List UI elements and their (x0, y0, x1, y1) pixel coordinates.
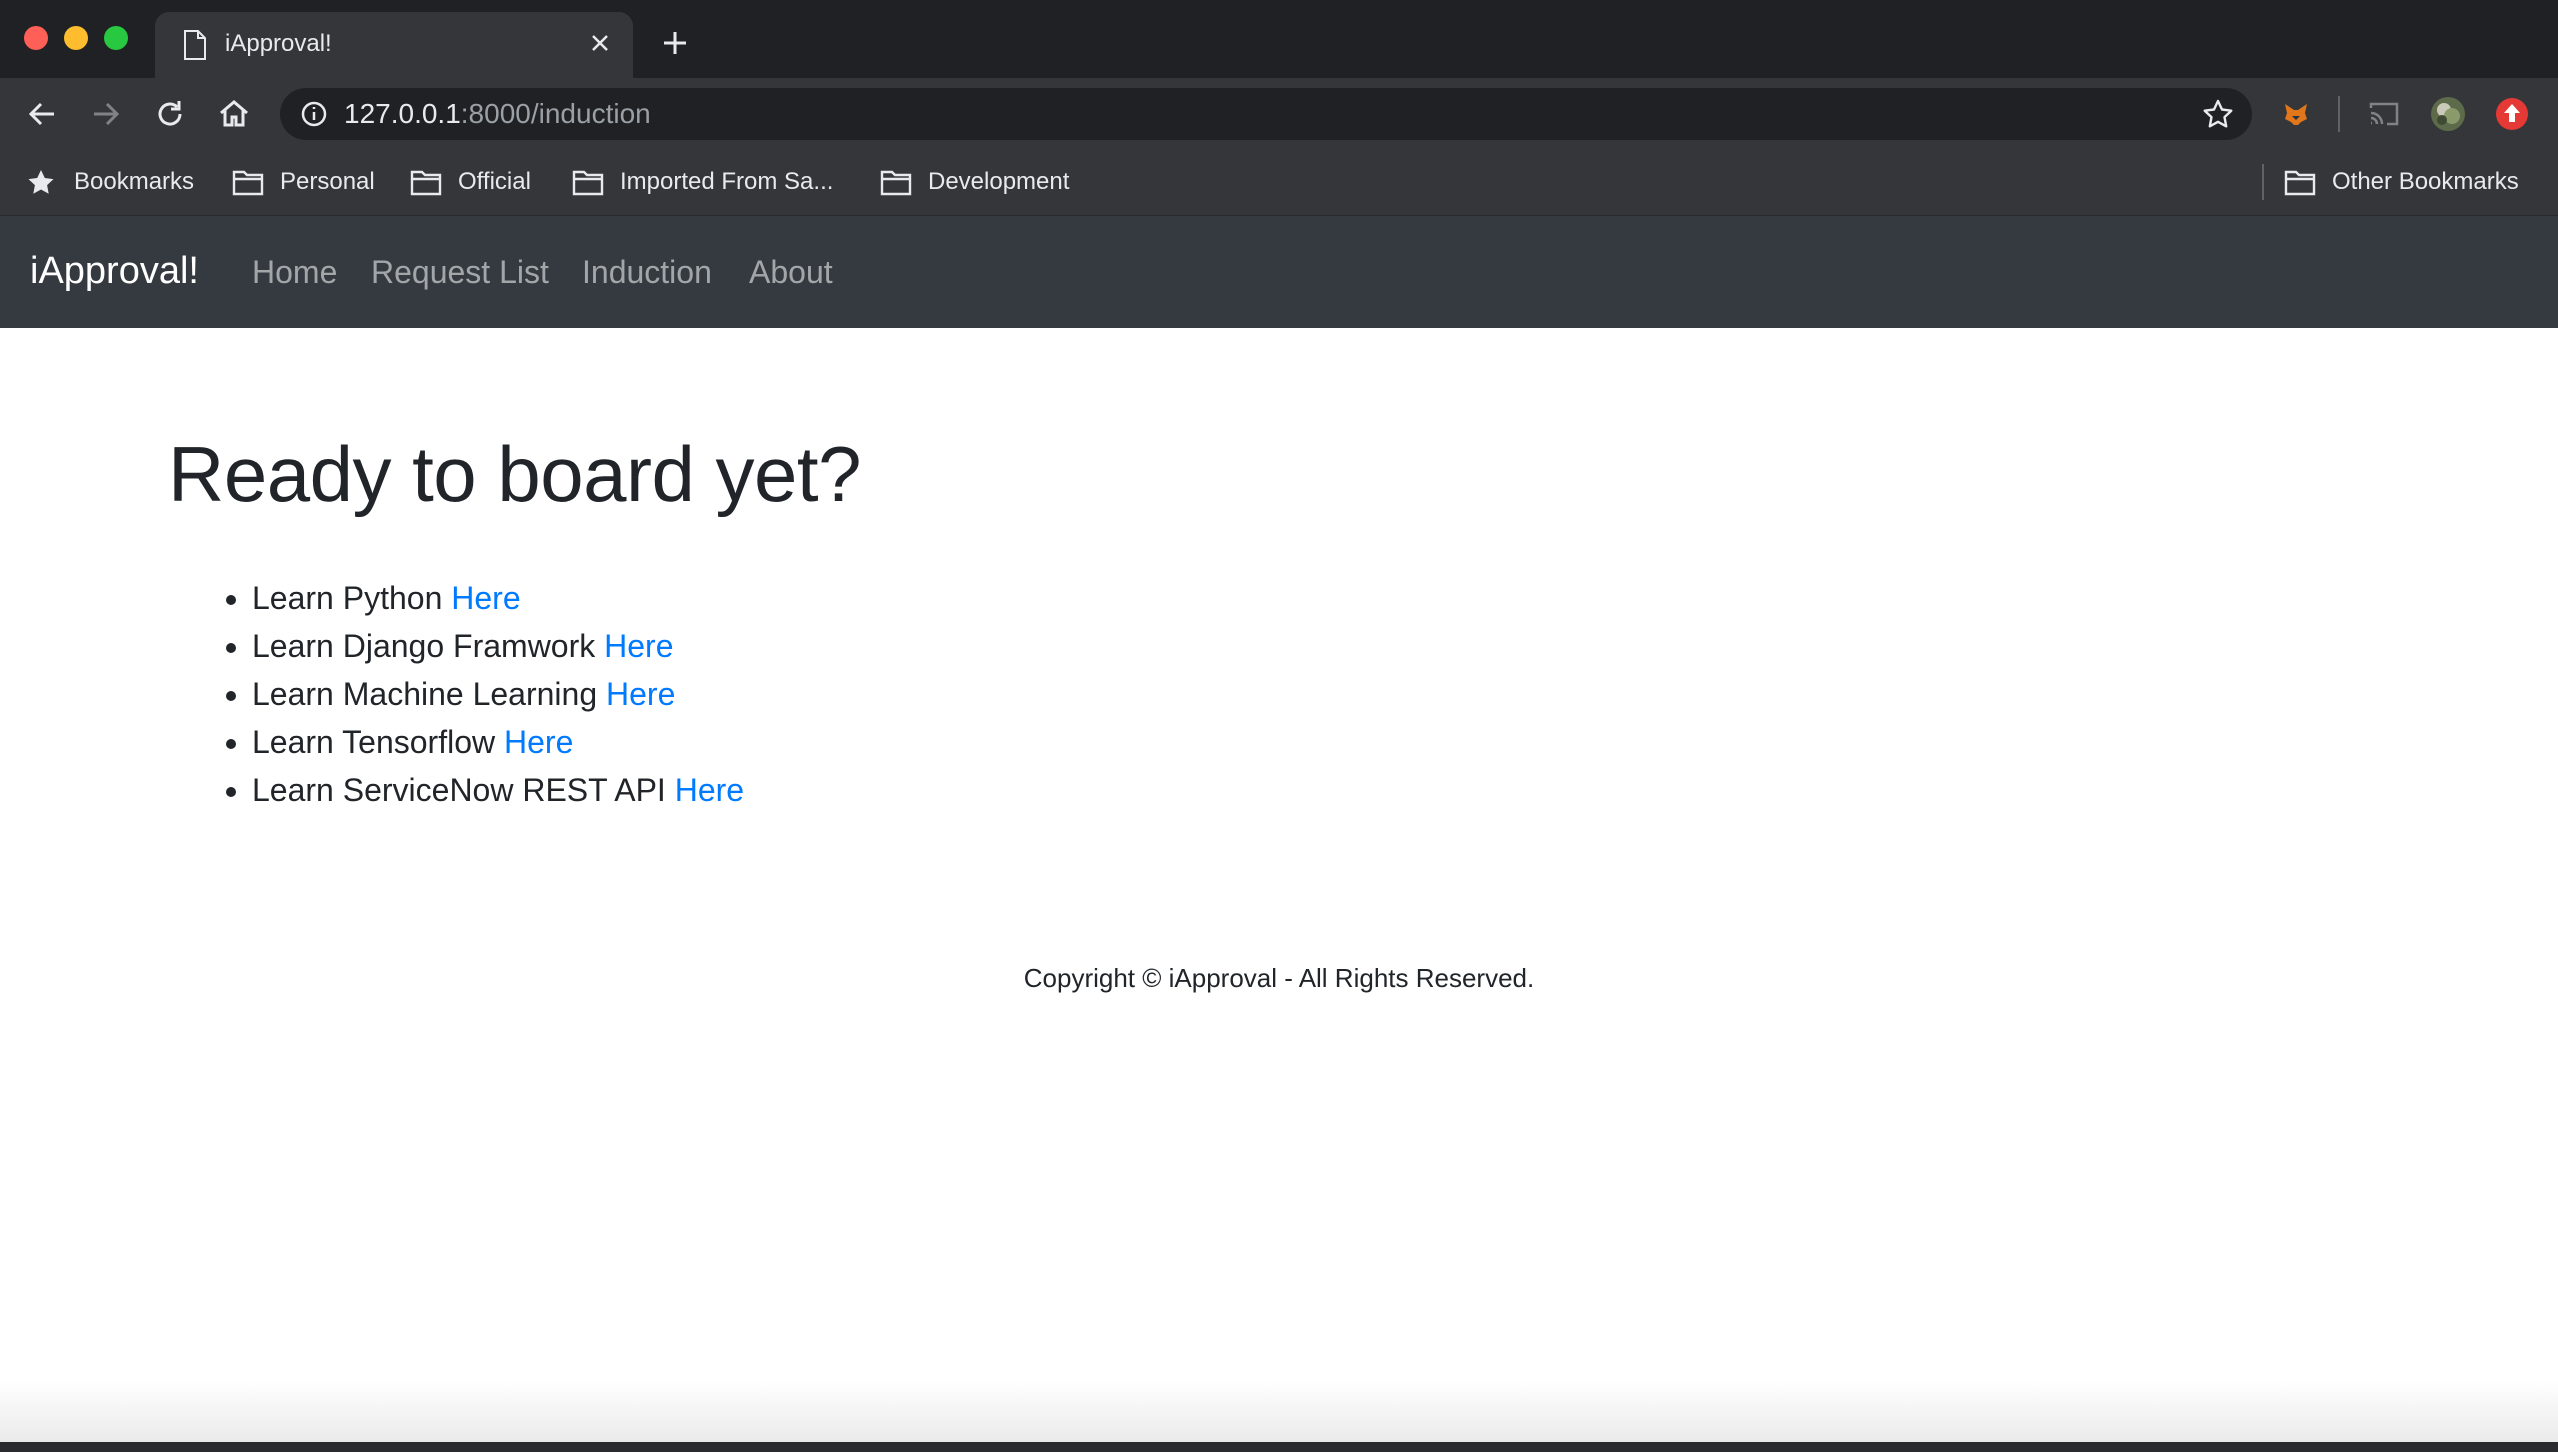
bookmark-label: Other Bookmarks (2332, 168, 2519, 195)
new-tab-icon[interactable] (660, 28, 690, 58)
page-icon (184, 30, 206, 60)
here-link[interactable]: Here (675, 772, 744, 808)
metamask-fox-icon[interactable] (2278, 96, 2314, 132)
bookmarks-divider (2262, 164, 2264, 200)
here-link[interactable]: Here (451, 580, 520, 616)
folder-icon (232, 170, 264, 196)
minimize-window-button[interactable] (64, 26, 88, 50)
folder-icon (410, 170, 442, 196)
bookmark-label: Personal (280, 168, 375, 195)
list-item-text: Learn ServiceNow REST API (252, 772, 666, 808)
list-item: Learn Machine Learning Here (252, 670, 2368, 718)
info-icon[interactable] (300, 100, 328, 128)
bookmark-item-official[interactable]: Official (410, 164, 560, 200)
page-footer: Copyright © iApproval - All Rights Reser… (0, 958, 2558, 998)
forward-arrow-icon[interactable] (88, 96, 124, 132)
bookmark-item-personal[interactable]: Personal (232, 164, 392, 200)
url-text: 127.0.0.1:8000/induction (344, 98, 651, 130)
list-item-text: Learn Tensorflow (252, 724, 496, 760)
star-icon (28, 170, 54, 194)
nav-link-induction[interactable]: Induction (582, 250, 712, 294)
browser-tab-strip: iApproval! (0, 0, 2558, 78)
nav-link-request-list[interactable]: Request List (371, 250, 549, 294)
list-item-text: Learn Machine Learning (252, 676, 598, 712)
browser-toolbar: 127.0.0.1:8000/induction (0, 78, 2558, 150)
here-link[interactable]: Here (604, 628, 673, 664)
learning-list: Learn Python Here Learn Django Framwork … (168, 574, 2368, 814)
navbar-brand[interactable]: iApproval! (30, 246, 199, 296)
list-item: Learn Django Framwork Here (252, 622, 2368, 670)
bookmark-item-development[interactable]: Development (880, 164, 1100, 200)
bookmark-star-icon[interactable] (2202, 98, 2234, 130)
bookmark-label: Development (928, 168, 1070, 195)
list-item: Learn Tensorflow Here (252, 718, 2368, 766)
maximize-window-button[interactable] (104, 26, 128, 50)
page-heading: Ready to board yet? (168, 430, 861, 518)
folder-icon (572, 170, 604, 196)
bookmark-label: Imported From Sa... (620, 168, 834, 195)
site-navbar: iApproval! Home Request List Induction A… (0, 216, 2558, 328)
close-tab-icon[interactable] (585, 28, 615, 58)
bookmark-item-other[interactable]: Other Bookmarks (2284, 164, 2544, 200)
toolbar-divider (2338, 96, 2340, 132)
list-item: Learn ServiceNow REST API Here (252, 766, 2368, 814)
list-item-text: Learn Python (252, 580, 443, 616)
window-bottom-edge (0, 1442, 2558, 1452)
list-item: Learn Python Here (252, 574, 2368, 622)
profile-avatar-icon[interactable] (2430, 96, 2466, 132)
nav-link-about[interactable]: About (749, 250, 833, 294)
address-bar[interactable]: 127.0.0.1:8000/induction (280, 88, 2252, 140)
copyright-text: Copyright © iApproval - All Rights Reser… (1023, 963, 1535, 993)
update-arrow-icon[interactable] (2494, 96, 2530, 132)
bookmark-item-bookmarks[interactable]: Bookmarks (26, 164, 206, 200)
close-window-button[interactable] (24, 26, 48, 50)
back-arrow-icon[interactable] (24, 96, 60, 132)
nav-link-home[interactable]: Home (252, 250, 337, 294)
reload-icon[interactable] (152, 96, 188, 132)
here-link[interactable]: Here (504, 724, 573, 760)
url-host: 127.0.0.1 (344, 98, 461, 129)
browser-tab[interactable]: iApproval! (155, 12, 633, 78)
cast-icon[interactable] (2366, 96, 2402, 132)
folder-icon (880, 170, 912, 196)
list-item-text: Learn Django Framwork (252, 628, 596, 664)
tab-title: iApproval! (225, 30, 332, 57)
bookmark-label: Bookmarks (74, 168, 195, 195)
folder-icon (2284, 170, 2316, 196)
home-icon[interactable] (216, 96, 252, 132)
bookmarks-bar: Bookmarks Personal Official Imported Fro… (0, 150, 2558, 216)
url-path: :8000/induction (460, 98, 651, 129)
window-bottom-shadow (0, 1380, 2558, 1442)
bookmark-label: Official (458, 168, 531, 195)
here-link[interactable]: Here (606, 676, 675, 712)
bookmark-item-imported[interactable]: Imported From Sa... (572, 164, 862, 200)
main-content: Ready to board yet? Learn Python Here Le… (168, 420, 2368, 814)
